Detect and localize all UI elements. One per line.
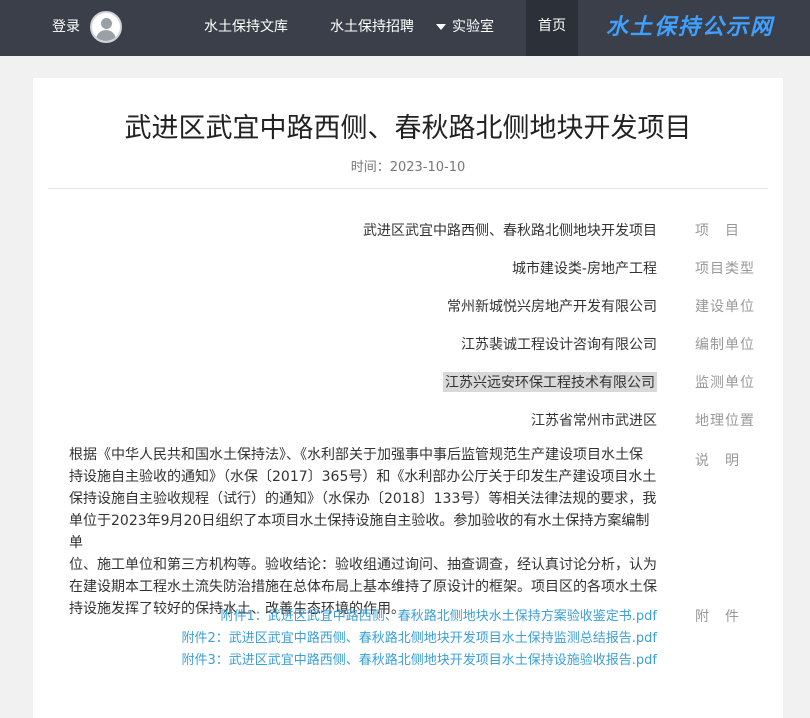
field-value: 江苏裴诚工程设计咨询有限公司 (461, 337, 657, 353)
nav-docs[interactable]: 水土保持文库 (204, 16, 288, 38)
caret-down-icon (436, 24, 446, 30)
user-avatar-icon[interactable] (90, 11, 122, 43)
field-label: 监测单位 (695, 375, 755, 391)
login-link[interactable]: 登录 (52, 16, 80, 38)
nav-jobs[interactable]: 水土保持招聘 (330, 16, 414, 38)
nav-lab-dropdown[interactable]: 实验室 (436, 16, 494, 38)
field-value: 常州新城悦兴房地产开发有限公司 (447, 299, 657, 315)
description-line: 持设施自主验收的通知》（水保〔2017〕365号）和《水利部办公厅关于印发生产建… (69, 469, 657, 485)
description-line: 单位于2023年9月20日组织了本项目水土保持设施自主验收。参加验收的有水土保持… (69, 513, 650, 551)
field-value-highlighted: 江苏兴远安环保工程技术有限公司 (443, 372, 657, 392)
field-value: 江苏省常州市武进区 (531, 413, 657, 429)
field-value: 城市建设类-房地产工程 (511, 261, 657, 277)
description-text: 根据《中华人民共和国水土保持法》、《水利部关于加强事中事后监管规范生产建设项目水… (69, 444, 659, 620)
site-logo[interactable]: 水土保持公示网 (606, 9, 774, 41)
field-label: 地理位置 (695, 413, 755, 429)
page-title: 武进区武宜中路西侧、春秋路北侧地块开发项目 (124, 113, 692, 144)
divider (48, 188, 768, 189)
field-label: 项 目 (695, 223, 740, 239)
publish-date: 时间：2023-10-10 (350, 160, 466, 175)
attachment-link-1[interactable]: 附件1：武进区武宜中路西侧、春秋路北侧地块水土保持方案验收鉴定书.pdf (221, 605, 657, 624)
field-label: 附 件 (695, 609, 740, 625)
description-line: 在建设期本工程水土流失防治措施在总体布局上基本维持了原设计的框架。项目区的各项水… (69, 579, 657, 595)
attachment-link-3[interactable]: 附件3：武进区武宜中路西侧、春秋路北侧地块开发项目水土保持设施验收报告.pdf (182, 649, 658, 668)
nav-home[interactable]: 首页 (526, 0, 578, 56)
article-card: 武进区武宜中路西侧、春秋路北侧地块开发项目 时间：2023-10-10 项 目 … (33, 78, 783, 718)
nav-lab-label: 实验室 (452, 19, 494, 35)
field-value: 武进区武宜中路西侧、春秋路北侧地块开发项目 (363, 223, 657, 239)
field-label: 项目类型 (695, 261, 755, 277)
description-line: 位、施工单位和第三方机构等。验收结论：验收组通过询问、抽查调查，经认真讨论分析，… (69, 557, 657, 573)
description-line: 根据《中华人民共和国水土保持法》、《水利部关于加强事中事后监管规范生产建设项目水… (69, 447, 643, 463)
field-label: 编制单位 (695, 337, 755, 353)
field-label: 说 明 (695, 453, 740, 469)
field-label: 建设单位 (695, 299, 755, 315)
attachment-link-2[interactable]: 附件2：武进区武宜中路西侧、春秋路北侧地块开发项目水土保持监测总结报告.pdf (182, 627, 658, 646)
top-navigation-bar: 水土保持公示网 首页 实验室 水土保持招聘 水土保持文库 登录 (0, 0, 810, 56)
description-line: 保持设施自主验收规程（试行）的通知》（水保办〔2018〕133号）等相关法律法规… (69, 491, 657, 507)
